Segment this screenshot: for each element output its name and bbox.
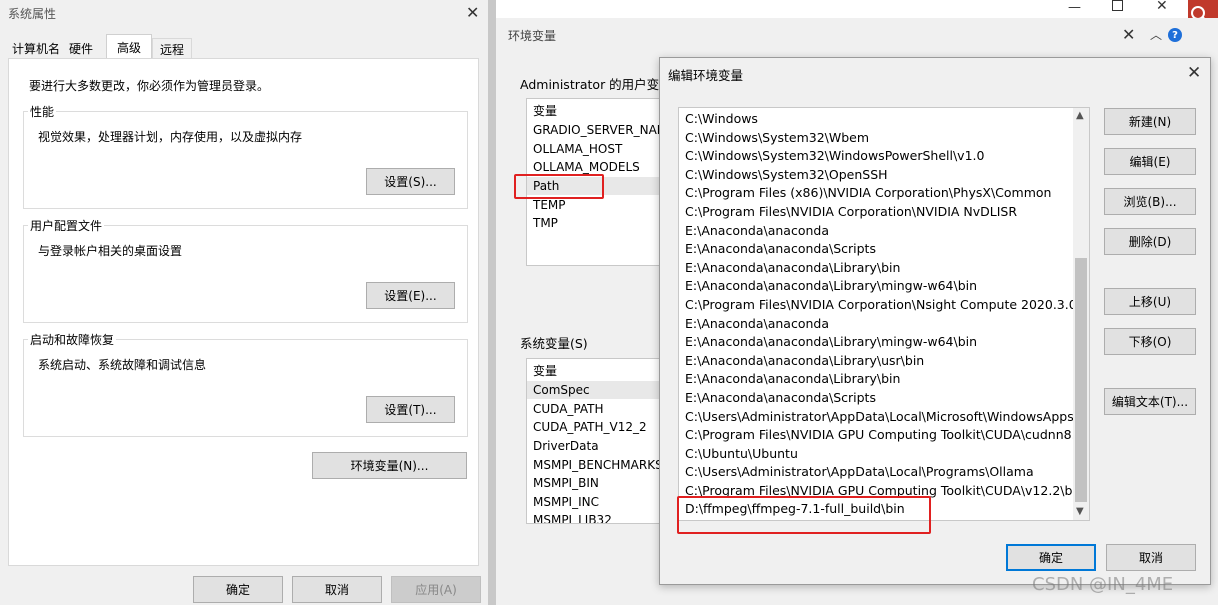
browse-button[interactable]: 浏览(B)... [1104, 188, 1196, 215]
system-variables-list[interactable]: 变量 ComSpec CUDA_PATH CUDA_PATH_V12_2 Dri… [526, 358, 666, 524]
list-item[interactable]: C:\Windows [679, 110, 1073, 129]
close-icon[interactable]: ✕ [1156, 0, 1168, 14]
close-icon[interactable]: ✕ [466, 3, 479, 22]
new-path-highlight-box [677, 496, 931, 534]
minimize-icon[interactable]: — [1068, 0, 1081, 15]
list-item[interactable]: C:\Windows\System32\Wbem [679, 129, 1073, 148]
list-item[interactable]: E:\Anaconda\anaconda\Library\bin [679, 259, 1073, 278]
performance-title: 性能 [28, 103, 57, 120]
performance-desc: 视觉效果，处理器计划，内存使用，以及虚拟内存 [38, 130, 303, 144]
tab-computer-name[interactable]: 计算机名 [8, 38, 64, 58]
help-icon[interactable]: ? [1168, 28, 1182, 42]
list-item[interactable]: MSMPI_INC [533, 493, 599, 511]
user-profile-title: 用户配置文件 [28, 217, 105, 234]
list-item[interactable]: CUDA_PATH [533, 400, 604, 418]
user-profile-desc: 与登录帐户相关的桌面设置 [38, 244, 183, 258]
list-item[interactable]: C:\Windows\System32\OpenSSH [679, 166, 1073, 185]
list-item[interactable]: E:\Anaconda\anaconda\Library\mingw-w64\b… [679, 277, 1073, 296]
environment-variables-button[interactable]: 环境变量(N)... [312, 452, 467, 479]
startup-recovery-title: 启动和故障恢复 [28, 331, 117, 348]
list-item[interactable]: C:\Ubuntu\Ubuntu [679, 445, 1073, 464]
list-item[interactable]: GRADIO_SERVER_NAM [533, 121, 665, 139]
tab-advanced[interactable]: 高级 [106, 34, 152, 59]
cancel-button[interactable]: 取消 [1106, 544, 1196, 571]
ok-button[interactable]: 确定 [193, 576, 283, 603]
path-list[interactable]: C:\Windows C:\Windows\System32\Wbem C:\W… [678, 107, 1090, 521]
list-item[interactable]: DriverData [533, 437, 599, 455]
user-profile-settings-button[interactable]: 设置(E)... [366, 282, 455, 309]
list-item[interactable]: MSMPI_BENCHMARKS [533, 456, 663, 474]
list-item[interactable]: MSMPI_BIN [533, 474, 599, 492]
list-item[interactable]: C:\Program Files\NVIDIA Corporation\Nsig… [679, 296, 1073, 315]
list-item[interactable]: C:\Program Files\NVIDIA GPU Computing To… [679, 426, 1073, 445]
list-item[interactable]: C:\Windows\System32\WindowsPowerShell\v1… [679, 147, 1073, 166]
list-item[interactable]: OLLAMA_HOST [533, 140, 622, 158]
list-item[interactable]: C:\Program Files\NVIDIA Corporation\NVID… [679, 203, 1073, 222]
dialog-title: 编辑环境变量 [668, 68, 744, 83]
list-item[interactable]: C:\Users\Administrator\AppData\Local\Mic… [679, 408, 1073, 427]
tab-remote[interactable]: 远程 [152, 38, 192, 59]
path-list-rows: C:\Windows C:\Windows\System32\Wbem C:\W… [679, 110, 1073, 519]
edit-text-button[interactable]: 编辑文本(T)... [1104, 388, 1196, 415]
watermark: CSDN @IN_4ME [1032, 574, 1174, 595]
window-title: 环境变量 [508, 29, 557, 43]
apply-button[interactable]: 应用(A) [391, 576, 481, 603]
tab-hardware[interactable]: 硬件 [64, 38, 98, 58]
path-highlight-box [514, 174, 604, 199]
system-properties-window: 系统属性 ✕ 计算机名 硬件 高级 远程 要进行大多数更改，你必须作为管理员登录… [0, 0, 488, 605]
list-item-selected[interactable]: ComSpec [527, 381, 665, 399]
window-title: 系统属性 [8, 7, 57, 21]
list-item[interactable]: CUDA_PATH_V12_2 [533, 418, 647, 436]
system-variables-label: 系统变量(S) [520, 336, 588, 351]
startup-settings-button[interactable]: 设置(T)... [366, 396, 455, 423]
list-item[interactable]: C:\Users\Administrator\AppData\Local\Pro… [679, 463, 1073, 482]
edit-button[interactable]: 编辑(E) [1104, 148, 1196, 175]
new-button[interactable]: 新建(N) [1104, 108, 1196, 135]
ok-button[interactable]: 确定 [1006, 544, 1096, 571]
startup-recovery-group: 启动和故障恢复 系统启动、系统故障和调试信息 设置(T)... [23, 331, 468, 437]
path-list-scrollbar[interactable]: ▲ ▼ [1073, 108, 1089, 520]
window-gap [488, 0, 496, 605]
list-item[interactable]: E:\Anaconda\anaconda [679, 222, 1073, 241]
list-item[interactable]: E:\Anaconda\anaconda\Library\bin [679, 370, 1073, 389]
tab-page-advanced: 要进行大多数更改，你必须作为管理员登录。 性能 视觉效果，处理器计划，内存使用，… [8, 58, 479, 566]
chevron-up-icon[interactable]: ︿ [1150, 26, 1162, 43]
close-icon[interactable]: ✕ [1122, 25, 1135, 44]
list-item[interactable]: E:\Anaconda\anaconda [679, 315, 1073, 334]
list-item[interactable]: E:\Anaconda\anaconda\Library\mingw-w64\b… [679, 333, 1073, 352]
close-icon[interactable]: ✕ [1187, 63, 1201, 83]
user-variables-header[interactable]: 变量 [533, 102, 557, 120]
list-item[interactable]: MSMPI_LIB32 [533, 511, 612, 523]
list-item[interactable]: E:\Anaconda\anaconda\Scripts [679, 240, 1073, 259]
user-profile-group: 用户配置文件 与登录帐户相关的桌面设置 设置(E)... [23, 217, 468, 323]
list-item[interactable]: E:\Anaconda\anaconda\Library\usr\bin [679, 352, 1073, 371]
performance-group: 性能 视觉效果，处理器计划，内存使用，以及虚拟内存 设置(S)... [23, 103, 468, 209]
performance-settings-button[interactable]: 设置(S)... [366, 168, 455, 195]
background-app-titlebar: — ✕ [496, 0, 1188, 18]
cancel-button[interactable]: 取消 [292, 576, 382, 603]
list-item[interactable]: TMP [533, 214, 558, 232]
maximize-icon[interactable] [1112, 0, 1123, 11]
admin-notice: 要进行大多数更改，你必须作为管理员登录。 [29, 79, 270, 93]
move-up-button[interactable]: 上移(U) [1104, 288, 1196, 315]
scrollbar-thumb[interactable] [1075, 258, 1087, 502]
system-variables-header[interactable]: 变量 [533, 362, 557, 380]
chevron-up-icon[interactable]: ▲ [1076, 110, 1084, 121]
user-variables-label: Administrator 的用户变量 [520, 77, 672, 92]
move-down-button[interactable]: 下移(O) [1104, 328, 1196, 355]
delete-button[interactable]: 删除(D) [1104, 228, 1196, 255]
startup-recovery-desc: 系统启动、系统故障和调试信息 [38, 358, 207, 372]
chevron-down-icon[interactable]: ▼ [1076, 506, 1084, 517]
list-item[interactable]: E:\Anaconda\anaconda\Scripts [679, 389, 1073, 408]
list-item[interactable]: C:\Program Files (x86)\NVIDIA Corporatio… [679, 184, 1073, 203]
